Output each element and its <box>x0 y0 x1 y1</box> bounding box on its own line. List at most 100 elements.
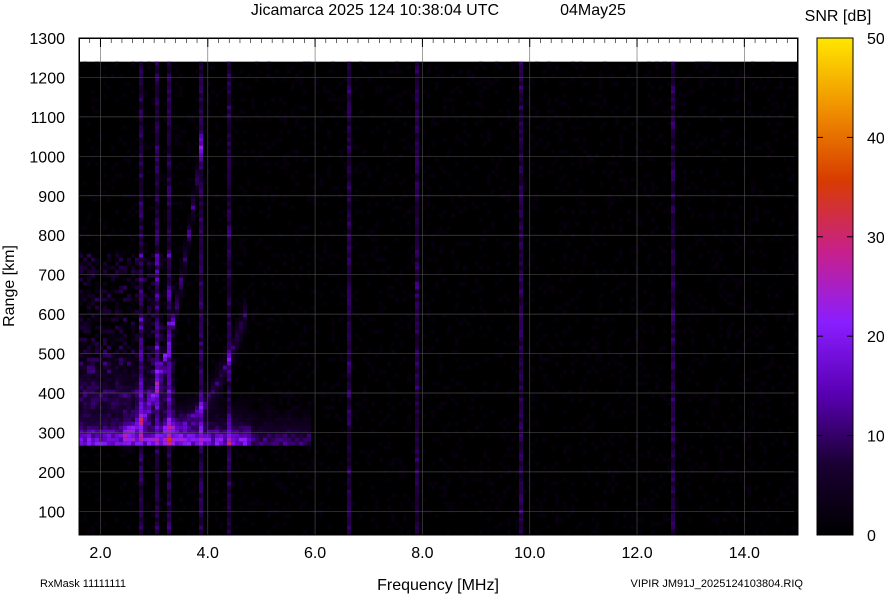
heatmap-cell <box>531 393 535 398</box>
heatmap-cell <box>287 457 291 462</box>
heatmap-cell <box>107 441 111 446</box>
heatmap-cell <box>171 321 175 326</box>
heatmap-cell <box>531 225 535 230</box>
heatmap-cell <box>383 257 387 262</box>
heatmap-cell <box>231 357 235 362</box>
heatmap-cell <box>459 445 463 450</box>
heatmap-cell <box>159 317 163 322</box>
heatmap-cell <box>155 345 159 350</box>
heatmap-cell <box>203 441 207 446</box>
heatmap-cell <box>563 309 567 314</box>
heatmap-cell <box>751 425 755 430</box>
heatmap-cell <box>743 325 747 330</box>
heatmap-cell <box>259 69 263 74</box>
heatmap-cell <box>199 289 203 294</box>
heatmap-cell <box>695 393 699 398</box>
heatmap-cell <box>607 197 611 202</box>
heatmap-cell <box>263 465 267 470</box>
heatmap-cell <box>755 325 759 330</box>
heatmap-cell <box>295 169 299 174</box>
heatmap-cell <box>535 461 539 466</box>
heatmap-cell <box>387 173 391 178</box>
heatmap-cell <box>579 421 583 426</box>
heatmap-cell <box>395 237 399 242</box>
heatmap-cell <box>199 201 203 206</box>
heatmap-cell <box>331 69 335 74</box>
heatmap-cell <box>143 453 147 458</box>
heatmap-cell <box>615 117 619 122</box>
heatmap-cell <box>339 153 343 158</box>
heatmap-cell <box>183 393 187 398</box>
heatmap-cell <box>787 169 791 174</box>
heatmap-cell <box>787 93 791 98</box>
heatmap-cell <box>663 329 667 334</box>
heatmap-cell <box>195 449 199 454</box>
heatmap-cell <box>279 345 283 350</box>
heatmap-cell <box>335 413 339 418</box>
heatmap-cell <box>107 409 111 414</box>
heatmap-cell <box>699 141 703 146</box>
heatmap-cell <box>487 465 491 470</box>
heatmap-cell <box>135 233 139 238</box>
heatmap-cell <box>91 293 95 298</box>
heatmap-cell <box>735 225 739 230</box>
heatmap-cell <box>223 353 227 358</box>
heatmap-cell <box>443 429 447 434</box>
heatmap-cell <box>155 257 159 262</box>
heatmap-cell <box>83 281 87 286</box>
heatmap-cell <box>351 197 355 202</box>
heatmap-cell <box>731 213 735 218</box>
heatmap-cell <box>243 141 247 146</box>
heatmap-cell <box>139 273 143 278</box>
heatmap-cell <box>427 69 431 74</box>
heatmap-cell <box>543 357 547 362</box>
heatmap-cell <box>327 465 331 470</box>
heatmap-cell <box>227 449 231 454</box>
heatmap-cell <box>123 365 127 370</box>
heatmap-cell <box>519 213 523 218</box>
heatmap-cell <box>487 85 491 90</box>
heatmap-cell <box>339 301 343 306</box>
heatmap-cell <box>167 205 171 210</box>
heatmap-cell <box>155 445 159 450</box>
heatmap-cell <box>287 393 291 398</box>
heatmap-cell <box>351 273 355 278</box>
heatmap-cell <box>183 293 187 298</box>
heatmap-cell <box>239 333 243 338</box>
heatmap-cell <box>323 257 327 262</box>
heatmap-cell <box>151 293 155 298</box>
heatmap-cell <box>139 357 143 362</box>
heatmap-cell <box>243 333 247 338</box>
heatmap-cell <box>307 445 311 450</box>
heatmap-cell <box>511 129 515 134</box>
heatmap-cell <box>423 281 427 286</box>
heatmap-cell <box>367 233 371 238</box>
heatmap-cell <box>163 341 167 346</box>
heatmap-cell <box>187 237 191 242</box>
heatmap-cell <box>311 121 315 126</box>
heatmap-cell <box>519 73 523 78</box>
heatmap-cell <box>231 353 235 358</box>
heatmap-cell <box>559 165 563 170</box>
heatmap-cell <box>167 89 171 94</box>
heatmap-cell <box>415 413 419 418</box>
heatmap-cell <box>343 165 347 170</box>
heatmap-cell <box>143 401 147 406</box>
heatmap-cell <box>687 365 691 370</box>
heatmap-cell <box>159 373 163 378</box>
heatmap-cell <box>295 417 299 422</box>
heatmap-cell <box>83 337 87 342</box>
heatmap-cell <box>167 225 171 230</box>
heatmap-cell <box>127 149 131 154</box>
heatmap-cell <box>391 405 395 410</box>
heatmap-cell <box>399 205 403 210</box>
heatmap-cell <box>267 437 271 442</box>
heatmap-cell <box>167 329 171 334</box>
heatmap-cell <box>395 157 399 162</box>
heatmap-cell <box>631 401 635 406</box>
heatmap-cell <box>399 269 403 274</box>
heatmap-cell <box>415 189 419 194</box>
heatmap-cell <box>155 353 159 358</box>
heatmap-cell <box>203 181 207 186</box>
heatmap-cell <box>491 221 495 226</box>
